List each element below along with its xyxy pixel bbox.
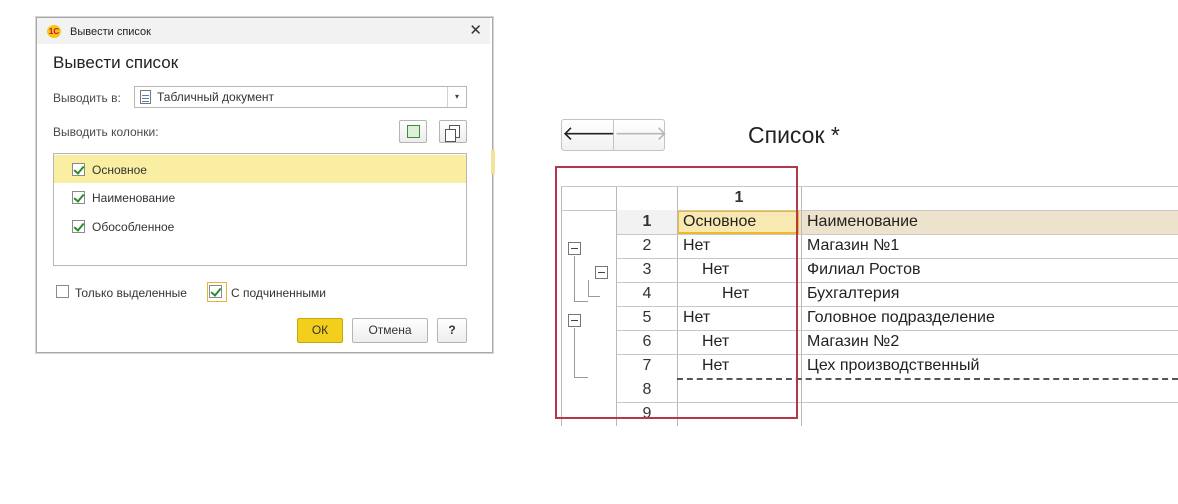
list-item[interactable]: Основное xyxy=(54,155,466,183)
list-item-label: Наименование xyxy=(92,191,176,205)
output-to-value: Табличный документ xyxy=(157,90,275,104)
highlight-frame xyxy=(555,166,798,419)
output-to-label: Выводить в: xyxy=(53,91,121,105)
table-cell[interactable]: Магазин №1 xyxy=(807,234,899,258)
column-checkbox[interactable] xyxy=(72,191,85,204)
ok-button[interactable]: ОК xyxy=(297,318,343,343)
table-cell[interactable]: Бухгалтерия xyxy=(807,282,899,306)
forward-arrow-icon[interactable]: 🡒 xyxy=(614,120,668,150)
copy-icon xyxy=(445,125,460,142)
spreadsheet-document-icon xyxy=(140,90,151,104)
help-button[interactable]: ? xyxy=(437,318,467,343)
only-selected-checkbox[interactable] xyxy=(56,285,69,298)
list-item-label: Обособленное xyxy=(92,220,175,234)
only-selected-label: Только выделенные xyxy=(75,286,187,300)
table-cell[interactable]: Цех производственный xyxy=(807,354,979,378)
table-cell[interactable]: Филиал Ростов xyxy=(807,258,920,282)
cancel-button[interactable]: Отмена xyxy=(352,318,428,343)
output-to-select[interactable]: Табличный документ ▾ xyxy=(134,86,467,108)
table-cell[interactable]: Головное подразделение xyxy=(807,306,995,330)
table-cell[interactable]: Магазин №2 xyxy=(807,330,899,354)
table-cell[interactable]: Наименование xyxy=(807,210,918,234)
navigation-buttons: 🡐 🡒 xyxy=(561,119,668,151)
page-title: Список * xyxy=(748,122,840,148)
column-checkbox[interactable] xyxy=(72,220,85,233)
list-item[interactable]: Наименование xyxy=(54,183,466,211)
check-all-icon xyxy=(407,122,424,138)
background-window-strip xyxy=(491,150,495,174)
output-list-dialog: 1С Вывести список ✕ Вывести список Вывод… xyxy=(36,17,493,353)
columns-list: Основное Наименование Обособленное xyxy=(53,153,467,266)
with-children-checkbox[interactable] xyxy=(209,285,222,298)
dialog-window-title: Вывести список xyxy=(70,26,151,38)
app-logo-icon: 1С xyxy=(47,25,61,38)
copy-button[interactable] xyxy=(439,120,467,143)
column-checkbox[interactable] xyxy=(72,163,85,176)
close-icon[interactable]: ✕ xyxy=(469,21,482,39)
list-item-label: Основное xyxy=(92,163,147,177)
dialog-titlebar[interactable]: 1С Вывести список ✕ xyxy=(37,18,490,44)
chevron-down-icon[interactable]: ▾ xyxy=(447,87,466,107)
list-item[interactable]: Обособленное xyxy=(54,212,466,240)
with-children-label: С подчиненными xyxy=(231,286,326,300)
check-all-button[interactable] xyxy=(399,120,427,143)
dialog-heading: Вывести список xyxy=(53,53,179,72)
back-arrow-icon[interactable]: 🡐 xyxy=(562,120,616,150)
columns-label: Выводить колонки: xyxy=(53,125,159,139)
